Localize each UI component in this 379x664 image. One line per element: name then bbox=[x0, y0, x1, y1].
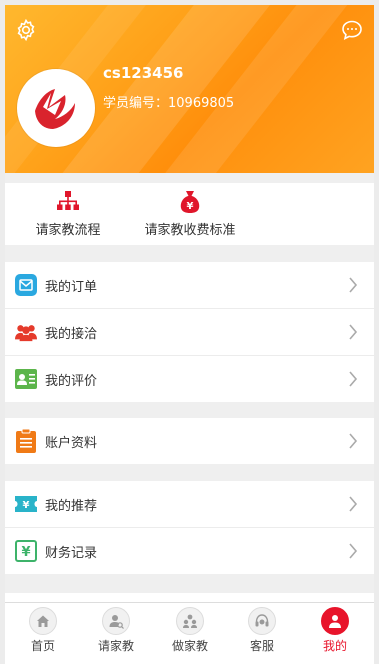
menu-item-my-reviews[interactable]: 我的评价 bbox=[5, 356, 374, 402]
tab-label: 我的 bbox=[322, 639, 347, 653]
search-person-icon bbox=[109, 615, 124, 629]
quick-action-process[interactable]: 请家教流程 bbox=[23, 189, 113, 238]
username: cs123456 bbox=[103, 64, 184, 82]
avatar[interactable] bbox=[17, 69, 95, 147]
chevron-right-icon bbox=[349, 371, 358, 387]
quick-actions: 请家教流程 ¥ 请家教收费标准 bbox=[5, 183, 374, 245]
quick-action-label: 请家教流程 bbox=[35, 223, 101, 238]
ticket-icon: ¥ bbox=[15, 496, 37, 512]
tab-mine[interactable]: 我的 bbox=[305, 607, 365, 654]
tab-customer-service[interactable]: 客服 bbox=[232, 607, 292, 654]
menu-group-account: 账户资料 bbox=[5, 418, 374, 464]
tab-be-tutor[interactable]: 做家教 bbox=[160, 607, 220, 654]
bottom-tab-bar: 首页 请家教 做家教 客服 我的 bbox=[5, 602, 374, 664]
headset-icon bbox=[255, 614, 269, 627]
menu-item-account-info[interactable]: 账户资料 bbox=[5, 418, 374, 464]
tab-label: 客服 bbox=[249, 639, 274, 653]
menu-group-finance: ¥ 我的推荐 ¥ 财务记录 bbox=[5, 481, 374, 574]
tab-label: 首页 bbox=[30, 639, 55, 653]
chevron-right-icon bbox=[349, 324, 358, 340]
menu-item-my-contacts[interactable]: 我的接洽 bbox=[5, 309, 374, 356]
menu-item-label: 我的订单 bbox=[45, 279, 98, 295]
menu-item-my-orders[interactable]: 我的订单 bbox=[5, 262, 374, 309]
clipboard-icon bbox=[16, 429, 36, 453]
menu-item-my-referrals[interactable]: ¥ 我的推荐 bbox=[5, 481, 374, 528]
menu-item-label: 财务记录 bbox=[45, 545, 98, 561]
menu-item-label: 账户资料 bbox=[45, 435, 98, 451]
chevron-right-icon bbox=[349, 277, 358, 293]
menu-item-label: 我的推荐 bbox=[45, 498, 98, 514]
menu-item-label: 我的评价 bbox=[45, 373, 98, 389]
menu-group-orders: 我的订单 我的接洽 我的评价 bbox=[5, 262, 374, 402]
tab-label: 做家教 bbox=[171, 639, 208, 653]
tab-home[interactable]: 首页 bbox=[13, 607, 73, 654]
student-number: 学员编号：10969805 bbox=[103, 96, 235, 111]
app-frame: cs123456 学员编号：10969805 请家教流程 ¥ 请家教收费标准 我… bbox=[5, 5, 374, 664]
quick-action-label: 请家教收费标准 bbox=[144, 223, 236, 238]
chevron-right-icon bbox=[349, 496, 358, 512]
flowchart-icon bbox=[57, 191, 79, 210]
quick-action-fees[interactable]: ¥ 请家教收费标准 bbox=[135, 189, 245, 238]
group-icon bbox=[183, 614, 197, 628]
svg-text:¥: ¥ bbox=[187, 201, 194, 212]
message-bubble-icon[interactable] bbox=[339, 17, 365, 43]
money-bag-icon: ¥ bbox=[180, 191, 200, 213]
yen-icon: ¥ bbox=[15, 540, 37, 562]
profile-header: cs123456 学员编号：10969805 bbox=[5, 5, 374, 173]
settings-gear-icon[interactable] bbox=[13, 17, 39, 43]
chevron-right-icon bbox=[349, 543, 358, 559]
id-card-icon bbox=[15, 369, 37, 389]
menu-item-finance-records[interactable]: ¥ 财务记录 bbox=[5, 528, 374, 574]
chevron-right-icon bbox=[349, 433, 358, 449]
mail-icon bbox=[15, 274, 37, 296]
tab-label: 请家教 bbox=[97, 639, 134, 653]
svg-text:¥: ¥ bbox=[21, 545, 30, 560]
menu-item-label: 我的接洽 bbox=[45, 326, 98, 342]
logo-icon bbox=[26, 78, 86, 138]
user-icon bbox=[329, 615, 341, 628]
svg-text:¥: ¥ bbox=[23, 500, 30, 511]
tab-hire-tutor[interactable]: 请家教 bbox=[86, 607, 146, 654]
people-icon bbox=[15, 325, 37, 342]
home-icon bbox=[37, 615, 49, 627]
